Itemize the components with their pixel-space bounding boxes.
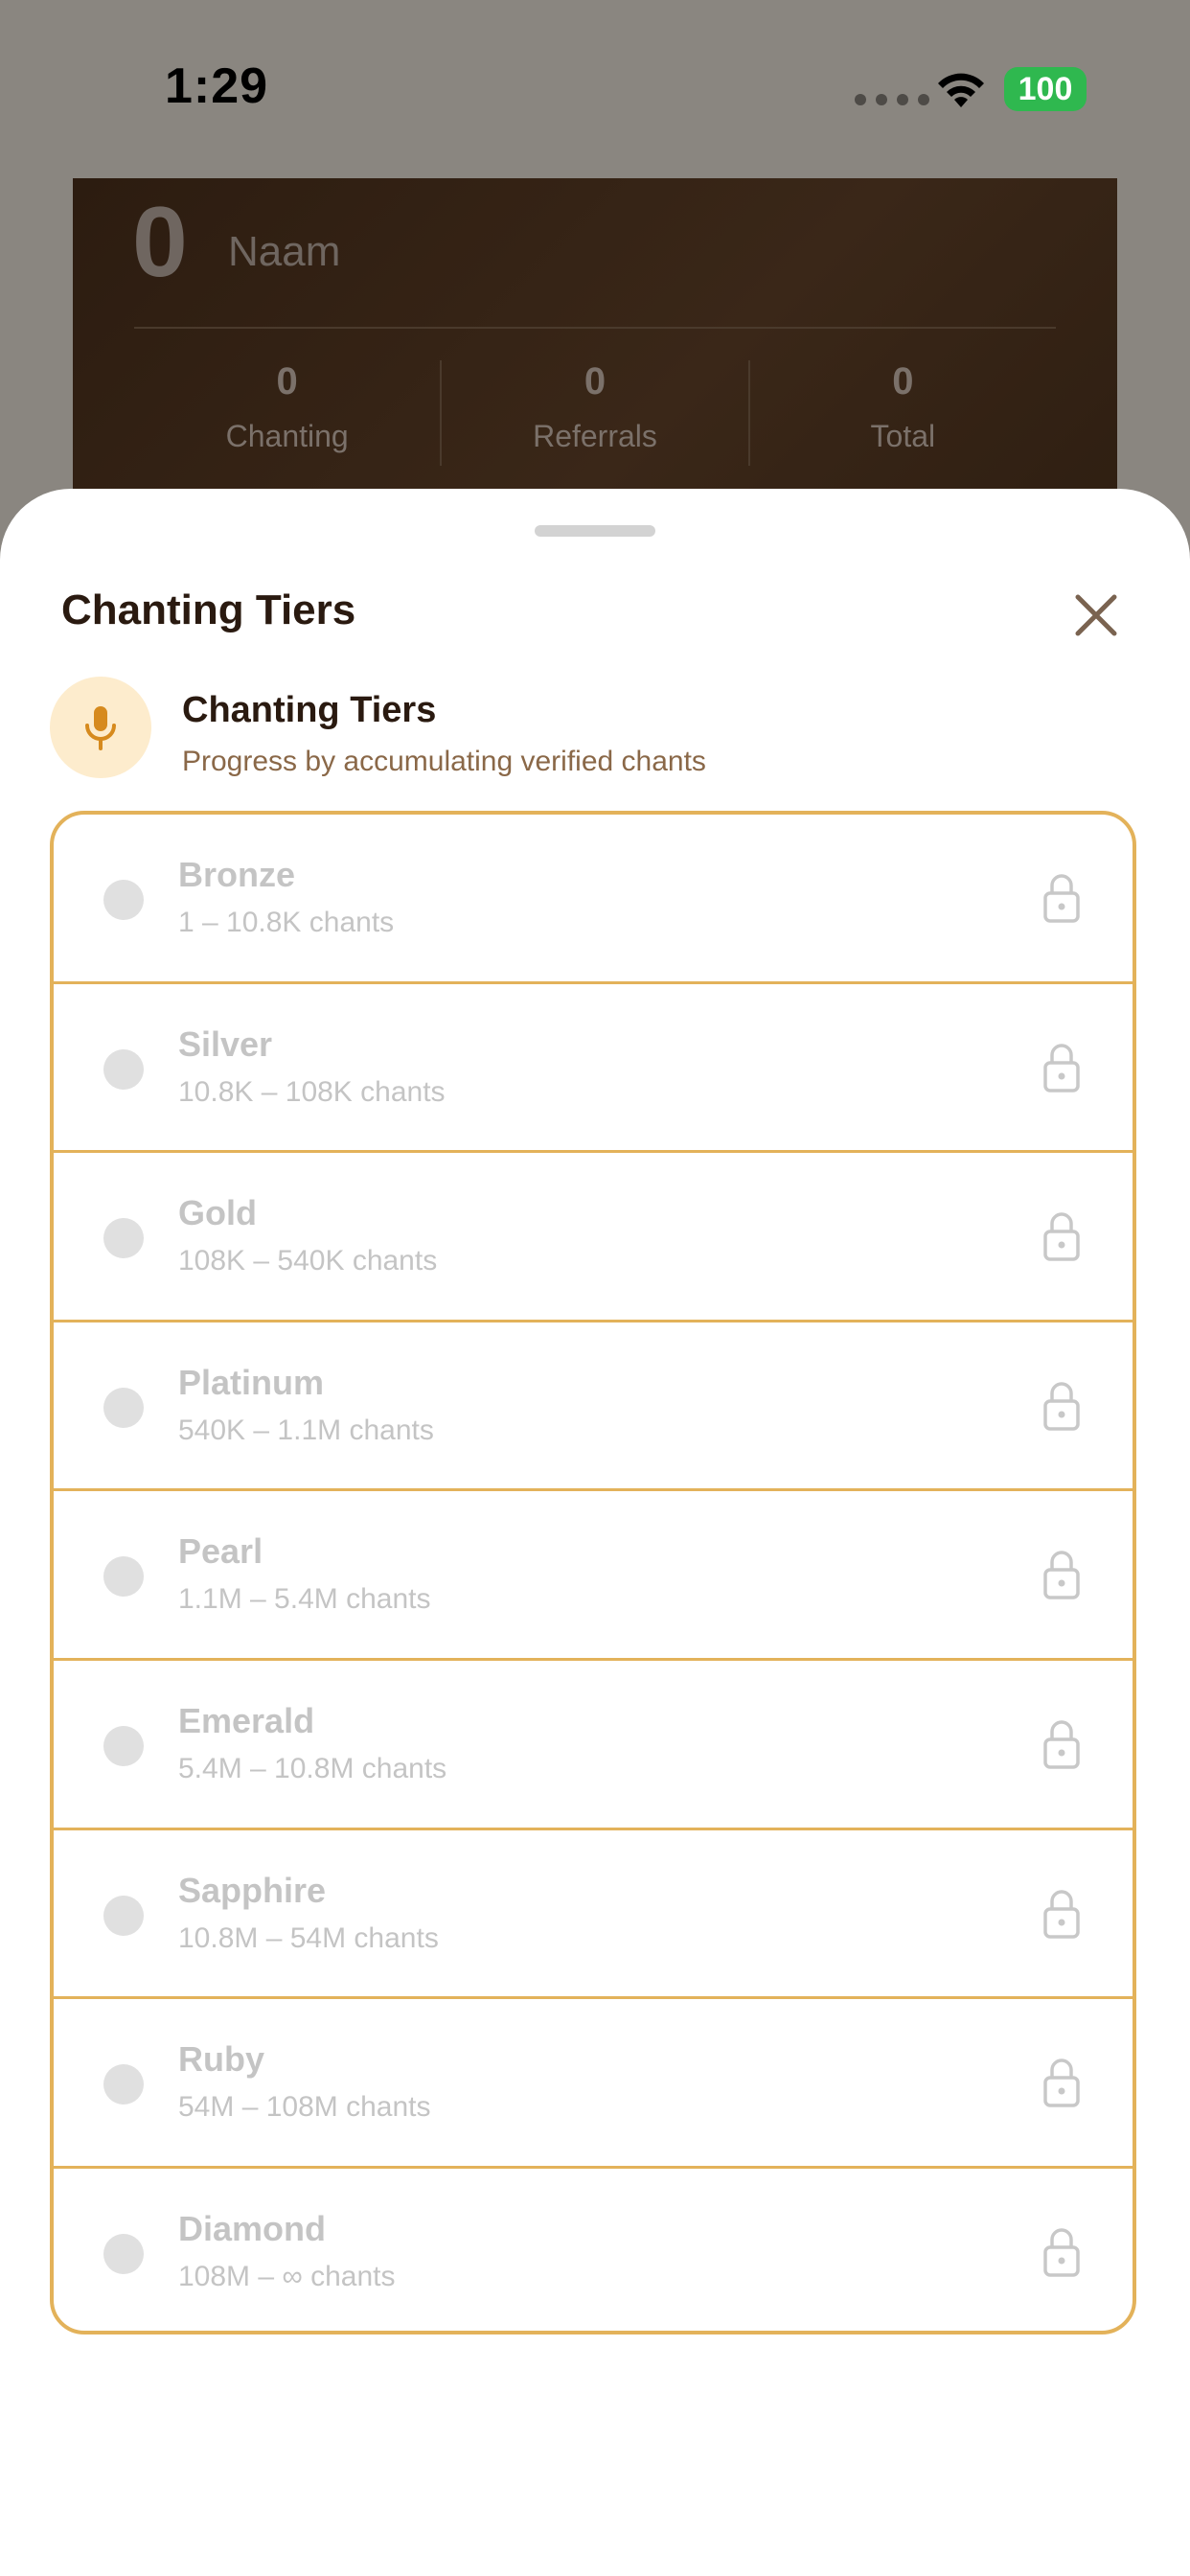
tier-name: Pearl bbox=[178, 1531, 263, 1572]
lock-icon bbox=[1043, 1382, 1080, 1431]
tier-range: 5.4M – 10.8M chants bbox=[178, 1752, 447, 1784]
tier-name: Sapphire bbox=[178, 1870, 327, 1910]
tier-row-diamond[interactable]: Diamond 108M – ∞ chants bbox=[54, 2169, 1133, 2331]
microphone-icon bbox=[85, 706, 116, 750]
tier-name: Diamond bbox=[178, 2208, 327, 2248]
tier-status-dot bbox=[103, 2064, 144, 2105]
tier-row-pearl[interactable]: Pearl 1.1M – 5.4M chants bbox=[54, 1491, 1133, 1661]
tier-range: 108M – ∞ chants bbox=[178, 2260, 396, 2292]
stat-label: Chanting bbox=[225, 419, 349, 453]
tier-range: 540K – 1.1M chants bbox=[178, 1414, 434, 1446]
tier-range: 1.1M – 5.4M chants bbox=[178, 1583, 431, 1616]
stat-referrals: 0 Referrals bbox=[440, 360, 747, 466]
stat-label: Total bbox=[870, 419, 936, 453]
lock-icon bbox=[1043, 1889, 1080, 1939]
stat-value: 0 bbox=[892, 360, 914, 402]
tier-range: 54M – 108M chants bbox=[178, 2091, 431, 2124]
mic-badge bbox=[50, 677, 151, 778]
tier-range: 10.8K – 108K chants bbox=[178, 1075, 446, 1108]
lock-icon bbox=[1043, 2058, 1080, 2107]
tiers-header-title: Chanting Tiers bbox=[182, 690, 437, 730]
tier-status-dot bbox=[103, 1895, 144, 1936]
tier-range: 108K – 540K chants bbox=[178, 1245, 438, 1277]
tier-status-dot bbox=[103, 1387, 144, 1428]
lock-icon bbox=[1043, 1212, 1080, 1261]
lock-icon bbox=[1043, 1551, 1080, 1600]
tier-status-dot bbox=[103, 1556, 144, 1598]
tiers-header: Chanting Tiers Progress by accumulating … bbox=[50, 677, 1142, 782]
sheet-title: Chanting Tiers bbox=[61, 586, 356, 633]
lock-icon bbox=[1043, 1720, 1080, 1769]
cellular-signal-icon bbox=[855, 94, 929, 105]
stat-label: Referrals bbox=[533, 419, 657, 453]
tier-name: Emerald bbox=[178, 1700, 315, 1740]
tier-name: Gold bbox=[178, 1193, 257, 1233]
tier-name: Platinum bbox=[178, 1362, 325, 1402]
tier-status-dot bbox=[103, 1725, 144, 1766]
stat-total: 0 Total bbox=[747, 360, 1056, 466]
stat-chanting: 0 Chanting bbox=[134, 360, 440, 466]
lock-icon bbox=[1043, 2228, 1080, 2277]
status-bar: 1:29 100 bbox=[0, 0, 1190, 172]
stat-value: 0 bbox=[276, 360, 298, 402]
close-icon bbox=[1075, 594, 1117, 636]
tier-status-dot bbox=[103, 1048, 144, 1090]
tier-status-dot bbox=[103, 880, 144, 920]
stat-value: 0 bbox=[584, 360, 606, 402]
lock-icon bbox=[1043, 1043, 1080, 1092]
naam-stats-card: 0 Naam 0 Chanting 0 Referrals 0 Total bbox=[73, 178, 1117, 504]
tiers-header-subtitle: Progress by accumulating verified chants bbox=[182, 746, 706, 777]
tiers-bottom-sheet: Chanting Tiers Chanting Tiers Progress b… bbox=[0, 489, 1190, 2576]
tier-name: Ruby bbox=[178, 2039, 264, 2080]
tier-row-silver[interactable]: Silver 10.8K – 108K chants bbox=[54, 984, 1133, 1154]
stats-divider bbox=[134, 327, 1056, 329]
tier-row-bronze[interactable]: Bronze 1 – 10.8K chants bbox=[54, 815, 1133, 984]
tier-row-platinum[interactable]: Platinum 540K – 1.1M chants bbox=[54, 1322, 1133, 1492]
naam-count: 0 bbox=[132, 187, 188, 298]
sheet-drag-handle[interactable] bbox=[535, 525, 655, 537]
tier-list: Bronze 1 – 10.8K chants Silver 10.8K – 1… bbox=[50, 811, 1136, 2334]
close-button[interactable] bbox=[1065, 585, 1127, 646]
tier-name: Bronze bbox=[178, 855, 296, 894]
lock-icon bbox=[1043, 874, 1080, 923]
tier-range: 1 – 10.8K chants bbox=[178, 907, 395, 938]
tier-status-dot bbox=[103, 1218, 144, 1259]
stats-columns: 0 Chanting 0 Referrals 0 Total bbox=[134, 360, 1056, 466]
tier-name: Silver bbox=[178, 1024, 273, 1064]
status-time: 1:29 bbox=[165, 58, 269, 114]
tier-row-sapphire[interactable]: Sapphire 10.8M – 54M chants bbox=[54, 1830, 1133, 2000]
battery-indicator: 100 bbox=[1004, 67, 1087, 111]
naam-unit-label: Naam bbox=[228, 228, 341, 275]
tier-status-dot bbox=[103, 2233, 144, 2274]
wifi-icon bbox=[938, 73, 984, 107]
tier-row-emerald[interactable]: Emerald 5.4M – 10.8M chants bbox=[54, 1661, 1133, 1830]
tier-row-gold[interactable]: Gold 108K – 540K chants bbox=[54, 1153, 1133, 1322]
tier-range: 10.8M – 54M chants bbox=[178, 1921, 439, 1954]
tier-row-ruby[interactable]: Ruby 54M – 108M chants bbox=[54, 1999, 1133, 2169]
